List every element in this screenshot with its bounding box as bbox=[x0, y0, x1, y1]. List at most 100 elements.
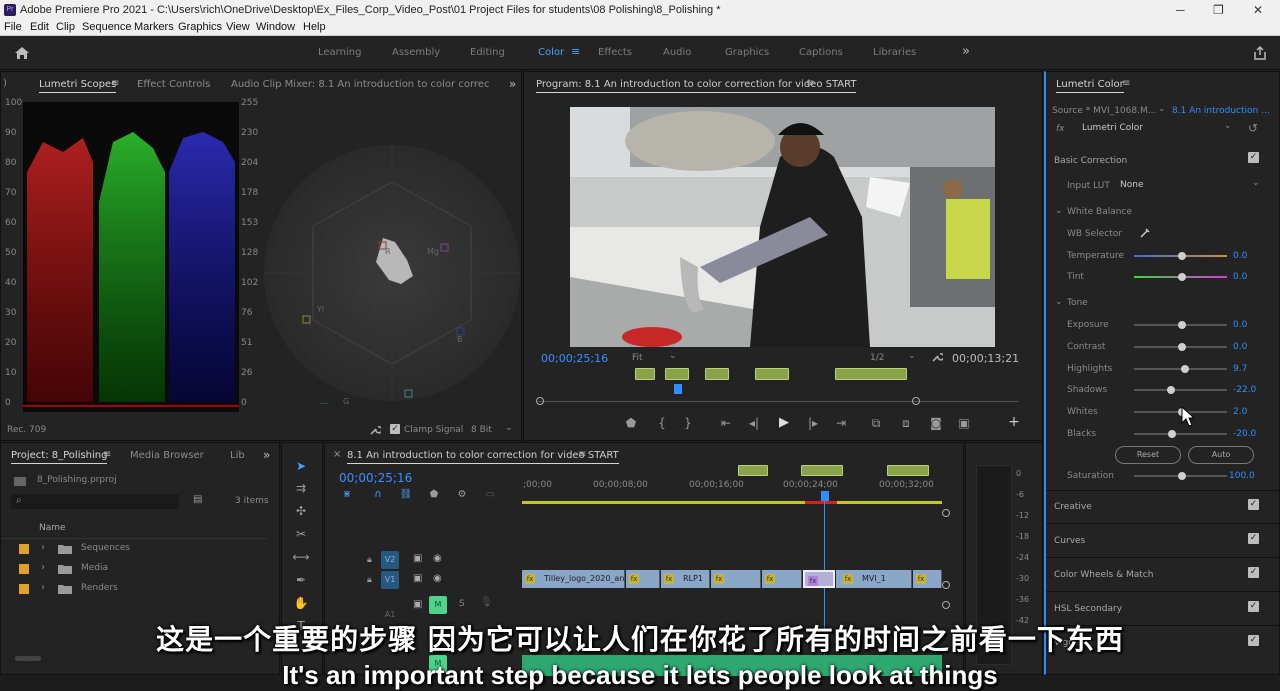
temperature-value[interactable]: 0.0 bbox=[1233, 251, 1247, 261]
new-bin-icon[interactable]: ▤ bbox=[193, 494, 202, 505]
fit-select[interactable]: Fit bbox=[632, 353, 643, 363]
extract-icon[interactable]: ⧈ bbox=[896, 416, 916, 431]
track-target-v2[interactable]: V2 bbox=[381, 551, 399, 569]
lumetri-sequence-clip[interactable]: 8.1 An introduction ... bbox=[1172, 106, 1272, 116]
lumetri-color-title[interactable]: Lumetri Color bbox=[1056, 79, 1124, 93]
saturation-value[interactable]: 100.0 bbox=[1229, 471, 1255, 481]
scrubber-in-handle[interactable] bbox=[536, 397, 544, 405]
close-button[interactable]: ✕ bbox=[1253, 3, 1263, 17]
solo-button[interactable]: S bbox=[459, 599, 465, 609]
slip-tool-icon[interactable]: ⟷ bbox=[291, 550, 311, 564]
monitor-marker[interactable] bbox=[835, 368, 907, 380]
menu-edit[interactable]: Edit bbox=[30, 21, 49, 33]
list-item[interactable]: › Media bbox=[1, 560, 267, 580]
tab-libraries[interactable]: Lib bbox=[230, 450, 245, 461]
color-wheels-checkbox[interactable]: ✓ bbox=[1248, 567, 1259, 578]
menu-window[interactable]: Window bbox=[256, 21, 295, 33]
monitor-marker[interactable] bbox=[755, 368, 789, 380]
mark-out-icon[interactable]: } bbox=[678, 416, 698, 430]
panel-left-chevron-icon[interactable]: ) bbox=[3, 78, 7, 89]
tab-project[interactable]: Project: 8_Polishing bbox=[11, 450, 108, 464]
maximize-button[interactable]: ❐ bbox=[1213, 3, 1224, 17]
menu-sequence[interactable]: Sequence bbox=[82, 21, 132, 33]
timeline-playhead[interactable] bbox=[821, 491, 829, 501]
wrench-icon[interactable] bbox=[369, 424, 381, 436]
bit-depth-select[interactable]: 8 Bit bbox=[471, 425, 492, 435]
razor-tool-icon[interactable]: ✂ bbox=[291, 527, 311, 541]
saturation-slider[interactable] bbox=[1134, 472, 1227, 480]
timeline-clip[interactable]: fx bbox=[711, 570, 761, 588]
timeline-clip[interactable]: fx RLP1 bbox=[661, 570, 710, 588]
workspace-audio[interactable]: Audio bbox=[663, 47, 691, 58]
resolution-select[interactable]: 1/2 bbox=[870, 353, 884, 363]
mark-in-icon[interactable]: { bbox=[652, 416, 672, 430]
shadows-slider-knob[interactable] bbox=[1167, 386, 1175, 394]
monitor-marker[interactable] bbox=[635, 368, 655, 380]
lumetri-menu-icon[interactable]: ≡ bbox=[1122, 78, 1130, 89]
workspace-assembly[interactable]: Assembly bbox=[392, 47, 440, 58]
export-frame-icon[interactable]: ◙ bbox=[926, 416, 946, 430]
selection-tool-icon[interactable]: ➤ bbox=[291, 459, 311, 473]
scrubber-out-handle[interactable] bbox=[912, 397, 920, 405]
timeline-marker[interactable] bbox=[738, 465, 768, 476]
white-balance-chevron-icon[interactable]: ⌄ bbox=[1055, 206, 1063, 216]
toggle-output-icon[interactable]: ◉ bbox=[433, 553, 442, 564]
input-lut-select[interactable]: None bbox=[1120, 180, 1143, 190]
temperature-slider[interactable] bbox=[1134, 252, 1227, 260]
monitor-marker[interactable] bbox=[665, 368, 689, 380]
tab-lumetri-scopes[interactable]: Lumetri Scopes bbox=[39, 79, 117, 93]
menu-markers[interactable]: Markers bbox=[134, 21, 174, 33]
timeline-clip-selected[interactable]: fx bbox=[803, 570, 835, 588]
track-target-v1[interactable]: V1 bbox=[381, 571, 399, 589]
close-sequence-icon[interactable]: × bbox=[333, 449, 341, 460]
program-menu-icon[interactable]: ≡ bbox=[806, 78, 814, 89]
sync-lock-icon[interactable]: ▣ bbox=[413, 573, 422, 584]
tint-value[interactable]: 0.0 bbox=[1233, 272, 1247, 282]
timeline-settings-icon[interactable]: ⚙ bbox=[452, 489, 472, 500]
workspace-editing[interactable]: Editing bbox=[470, 47, 505, 58]
tone-reset-button[interactable]: Reset bbox=[1115, 446, 1181, 464]
tone-header[interactable]: Tone bbox=[1067, 298, 1088, 308]
timeline-clip[interactable]: fx bbox=[913, 570, 942, 588]
program-playhead[interactable] bbox=[674, 384, 682, 394]
more-tabs-icon[interactable]: » bbox=[509, 77, 516, 91]
timeline-clip[interactable]: fx bbox=[762, 570, 802, 588]
tab-menu-icon[interactable]: ≡ bbox=[111, 78, 119, 89]
highlights-slider[interactable] bbox=[1134, 365, 1227, 373]
exposure-slider[interactable] bbox=[1134, 321, 1227, 329]
eyedropper-icon[interactable] bbox=[1139, 227, 1151, 239]
workspace-libraries[interactable]: Libraries bbox=[873, 47, 916, 58]
tone-auto-button[interactable]: Auto bbox=[1188, 446, 1254, 464]
basic-correction-header[interactable]: Basic Correction bbox=[1054, 156, 1127, 166]
project-menu-icon[interactable]: ≡ bbox=[103, 449, 111, 460]
effect-chevron-icon[interactable]: ⌄ bbox=[1224, 121, 1232, 131]
lift-icon[interactable]: ⧉ bbox=[866, 416, 886, 431]
timeline-clip[interactable]: fx Tilley_logo_2020_ani bbox=[522, 570, 625, 588]
program-scrubber[interactable] bbox=[538, 401, 1018, 402]
blacks-slider-knob[interactable] bbox=[1168, 430, 1176, 438]
lock-icon[interactable]: 🔒︎ bbox=[367, 555, 372, 565]
timeline-clip[interactable]: fx MVI_1 bbox=[840, 570, 912, 588]
bit-depth-chevron-icon[interactable]: ⌄ bbox=[505, 423, 513, 433]
sync-lock-icon[interactable]: ▣ bbox=[413, 553, 422, 564]
timeline-timecode[interactable]: 00;00;25;16 bbox=[339, 471, 412, 485]
fit-chevron-icon[interactable]: ⌄ bbox=[669, 351, 677, 361]
sync-lock-icon[interactable]: ▣ bbox=[413, 599, 422, 610]
tab-effect-controls[interactable]: Effect Controls bbox=[137, 79, 210, 90]
linked-selection-icon[interactable]: ⛓ bbox=[396, 489, 416, 500]
resolution-chevron-icon[interactable]: ⌄ bbox=[908, 351, 916, 361]
curves-section-header[interactable]: Curves bbox=[1054, 536, 1085, 546]
contrast-slider-knob[interactable] bbox=[1178, 343, 1186, 351]
workspace-graphics[interactable]: Graphics bbox=[725, 47, 769, 58]
shadows-slider[interactable] bbox=[1134, 386, 1227, 394]
expand-chevron-icon[interactable]: › bbox=[41, 562, 45, 573]
workspace-color[interactable]: Color bbox=[538, 47, 564, 58]
list-item[interactable]: › Sequences bbox=[1, 540, 267, 560]
fx-icon[interactable]: fx bbox=[1056, 124, 1065, 134]
lumetri-effect-select[interactable]: Lumetri Color bbox=[1082, 123, 1143, 133]
menu-help[interactable]: Help bbox=[303, 21, 326, 33]
contrast-slider[interactable] bbox=[1134, 343, 1227, 351]
basic-correction-checkbox[interactable]: ✓ bbox=[1248, 152, 1259, 163]
button-editor-icon[interactable]: + bbox=[1004, 414, 1024, 430]
contrast-value[interactable]: 0.0 bbox=[1233, 342, 1247, 352]
